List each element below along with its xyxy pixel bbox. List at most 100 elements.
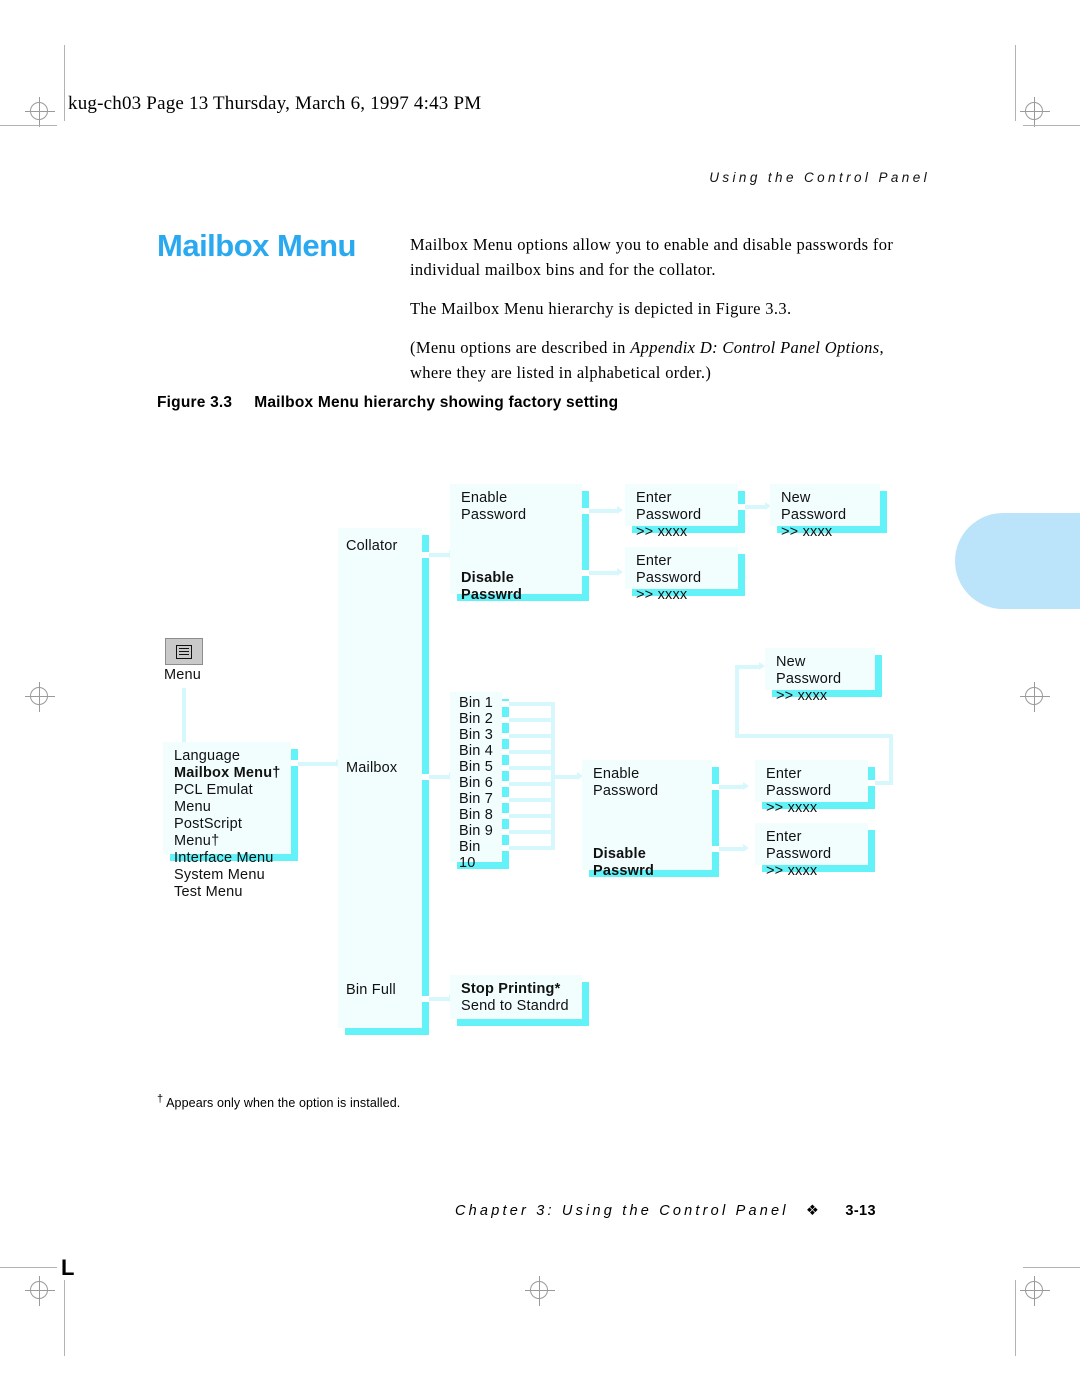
- arrow-mailbox-disable: [743, 844, 749, 852]
- connector-mailbox-enter-left: [735, 734, 893, 738]
- bin-gap-10: [502, 845, 509, 851]
- bin-rail-10: [509, 846, 555, 850]
- option-stop-printing[interactable]: Stop Printing*: [461, 981, 576, 998]
- bin-gap-2: [502, 717, 509, 723]
- option-send-to-standard[interactable]: Send to Standrd: [461, 998, 576, 1015]
- bin-gap-6: [502, 781, 509, 787]
- list-item[interactable]: PostScript Menu†: [174, 816, 285, 850]
- screen-line-2: >> xxxx: [636, 524, 688, 540]
- node-branch-spine: [338, 528, 429, 1035]
- list-item[interactable]: Mailbox Menu†: [174, 765, 285, 782]
- arrow-mailbox-enable: [743, 782, 749, 790]
- list-item[interactable]: Bin 10: [459, 839, 496, 871]
- bin-rail-8: [509, 814, 555, 818]
- option-mailbox-disable-password[interactable]: Disable Passwrd: [593, 846, 706, 880]
- screen-line-1: New Password: [781, 490, 847, 523]
- connector-mailbox-enable: [719, 785, 743, 789]
- connector-menu-to-menulist: [182, 688, 186, 743]
- node-collator-new-password: New Password >> xxxx: [770, 484, 887, 540]
- list-item[interactable]: System Menu: [174, 867, 285, 884]
- list-item[interactable]: Bin 3: [459, 727, 496, 743]
- bin-rail-6: [509, 782, 555, 786]
- connector-mailbox: [429, 775, 449, 779]
- arrow-collator-enable: [617, 506, 623, 514]
- list-item[interactable]: Bin 7: [459, 791, 496, 807]
- option-mailbox-enable-password[interactable]: Enable Password: [593, 766, 706, 800]
- connector-mailbox-disable: [719, 847, 743, 851]
- branch-label-bin-full[interactable]: Bin Full: [346, 982, 396, 998]
- screen-line-2: >> xxxx: [636, 587, 688, 603]
- screen-line-1: Enter Password: [766, 829, 832, 862]
- collator-options-gap-disable: [582, 570, 589, 576]
- node-bin-full-options: Stop Printing* Send to Standrd: [450, 975, 589, 1026]
- screen-line-2: >> xxxx: [766, 863, 818, 879]
- mailbox-options-gap-disable: [712, 846, 719, 852]
- arrow-collator-disable: [617, 568, 623, 576]
- connector-collator-enter-to-new: [745, 505, 765, 509]
- option-collator-disable-password[interactable]: Disable Passwrd: [461, 570, 576, 604]
- collator-options-gap-enable: [582, 508, 589, 514]
- list-item[interactable]: Test Menu: [174, 884, 285, 901]
- list-item[interactable]: Bin 2: [459, 711, 496, 727]
- list-item[interactable]: Bin 4: [459, 743, 496, 759]
- bin-rail-5: [509, 766, 555, 770]
- connector-collator-enable: [589, 509, 617, 513]
- connector-gap-menulist: [291, 760, 298, 766]
- footnote: † Appears only when the option is instal…: [157, 1093, 400, 1110]
- bin-gap-9: [502, 829, 509, 835]
- connector-mailbox-enter-up: [889, 734, 893, 783]
- footer-chapter-text: Chapter 3: Using the Control Panel: [455, 1203, 789, 1219]
- bin-rail-1: [509, 702, 555, 706]
- mailbox-options-gap-enable: [712, 784, 719, 790]
- spine-gap-collator: [422, 552, 429, 558]
- bin-gap-1: [502, 701, 509, 707]
- screen-line-1: Enter Password: [636, 553, 702, 586]
- bin-rail-7: [509, 798, 555, 802]
- connector-mailbox-new-up: [735, 665, 739, 736]
- bin-gap-7: [502, 797, 509, 803]
- branch-label-mailbox[interactable]: Mailbox: [346, 760, 397, 776]
- node-bin-list: Bin 1 Bin 2 Bin 3 Bin 4 Bin 5 Bin 6 Bin …: [450, 692, 509, 871]
- list-item[interactable]: Bin 9: [459, 823, 496, 839]
- node-collator-password-options: Enable Password Disable Passwrd: [450, 484, 589, 603]
- list-item[interactable]: Bin 5: [459, 759, 496, 775]
- mailbox-enter-gap: [868, 780, 875, 786]
- list-item[interactable]: Language: [174, 748, 285, 765]
- list-item[interactable]: PCL Emulat Menu: [174, 782, 285, 816]
- page-footer: Chapter 3: Using the Control Panel ❖ 3-1…: [455, 1203, 876, 1219]
- option-collator-enable-password[interactable]: Enable Password: [461, 490, 576, 524]
- bin-gap-8: [502, 813, 509, 819]
- list-item[interactable]: Bin 6: [459, 775, 496, 791]
- bin-rail-9: [509, 830, 555, 834]
- footnote-text: Appears only when the option is installe…: [166, 1096, 401, 1111]
- diamond-icon: ❖: [805, 1203, 823, 1219]
- screen-line-2: >> xxxx: [766, 800, 818, 816]
- connector-mailbox-to-new: [735, 665, 759, 669]
- menu-list-items: Language Mailbox Menu† PCL Emulat Menu P…: [174, 748, 285, 901]
- screen-line-2: >> xxxx: [776, 688, 828, 704]
- connector-menulist-to-mailbox: [298, 762, 336, 766]
- screen-line-1: New Password: [776, 654, 842, 687]
- node-menu-list: Language Mailbox Menu† PCL Emulat Menu P…: [163, 742, 298, 900]
- node-collator-enable-enter-password: Enter Password >> xxxx: [625, 484, 745, 540]
- bin-rail-3: [509, 734, 555, 738]
- connector-collator: [429, 553, 449, 557]
- bin-gap-5: [502, 765, 509, 771]
- bin-list-items: Bin 1 Bin 2 Bin 3 Bin 4 Bin 5 Bin 6 Bin …: [459, 695, 496, 871]
- node-collator-disable-enter-password: Enter Password >> xxxx: [625, 547, 745, 603]
- list-item[interactable]: Bin 1: [459, 695, 496, 711]
- collator-enter-gap: [738, 504, 745, 510]
- branch-label-collator[interactable]: Collator: [346, 538, 398, 554]
- node-mailbox-enable-enter-password: Enter Password >> xxxx: [755, 760, 875, 816]
- menu-button-icon[interactable]: [165, 638, 203, 665]
- screen-line-1: Enter Password: [636, 490, 702, 523]
- bin-gap-4: [502, 749, 509, 755]
- bin-rail-2: [509, 718, 555, 722]
- list-item[interactable]: Bin 8: [459, 807, 496, 823]
- list-item[interactable]: Interface Menu: [174, 850, 285, 867]
- mailbox-menu-hierarchy-diagram: Menu Language Mailbox Menu† PCL Emulat M…: [0, 0, 1080, 1397]
- bin-gap-3: [502, 733, 509, 739]
- screen-line-1: Enter Password: [766, 766, 832, 799]
- node-mailbox-new-password: New Password >> xxxx: [765, 648, 882, 704]
- footnote-marker: †: [157, 1093, 164, 1105]
